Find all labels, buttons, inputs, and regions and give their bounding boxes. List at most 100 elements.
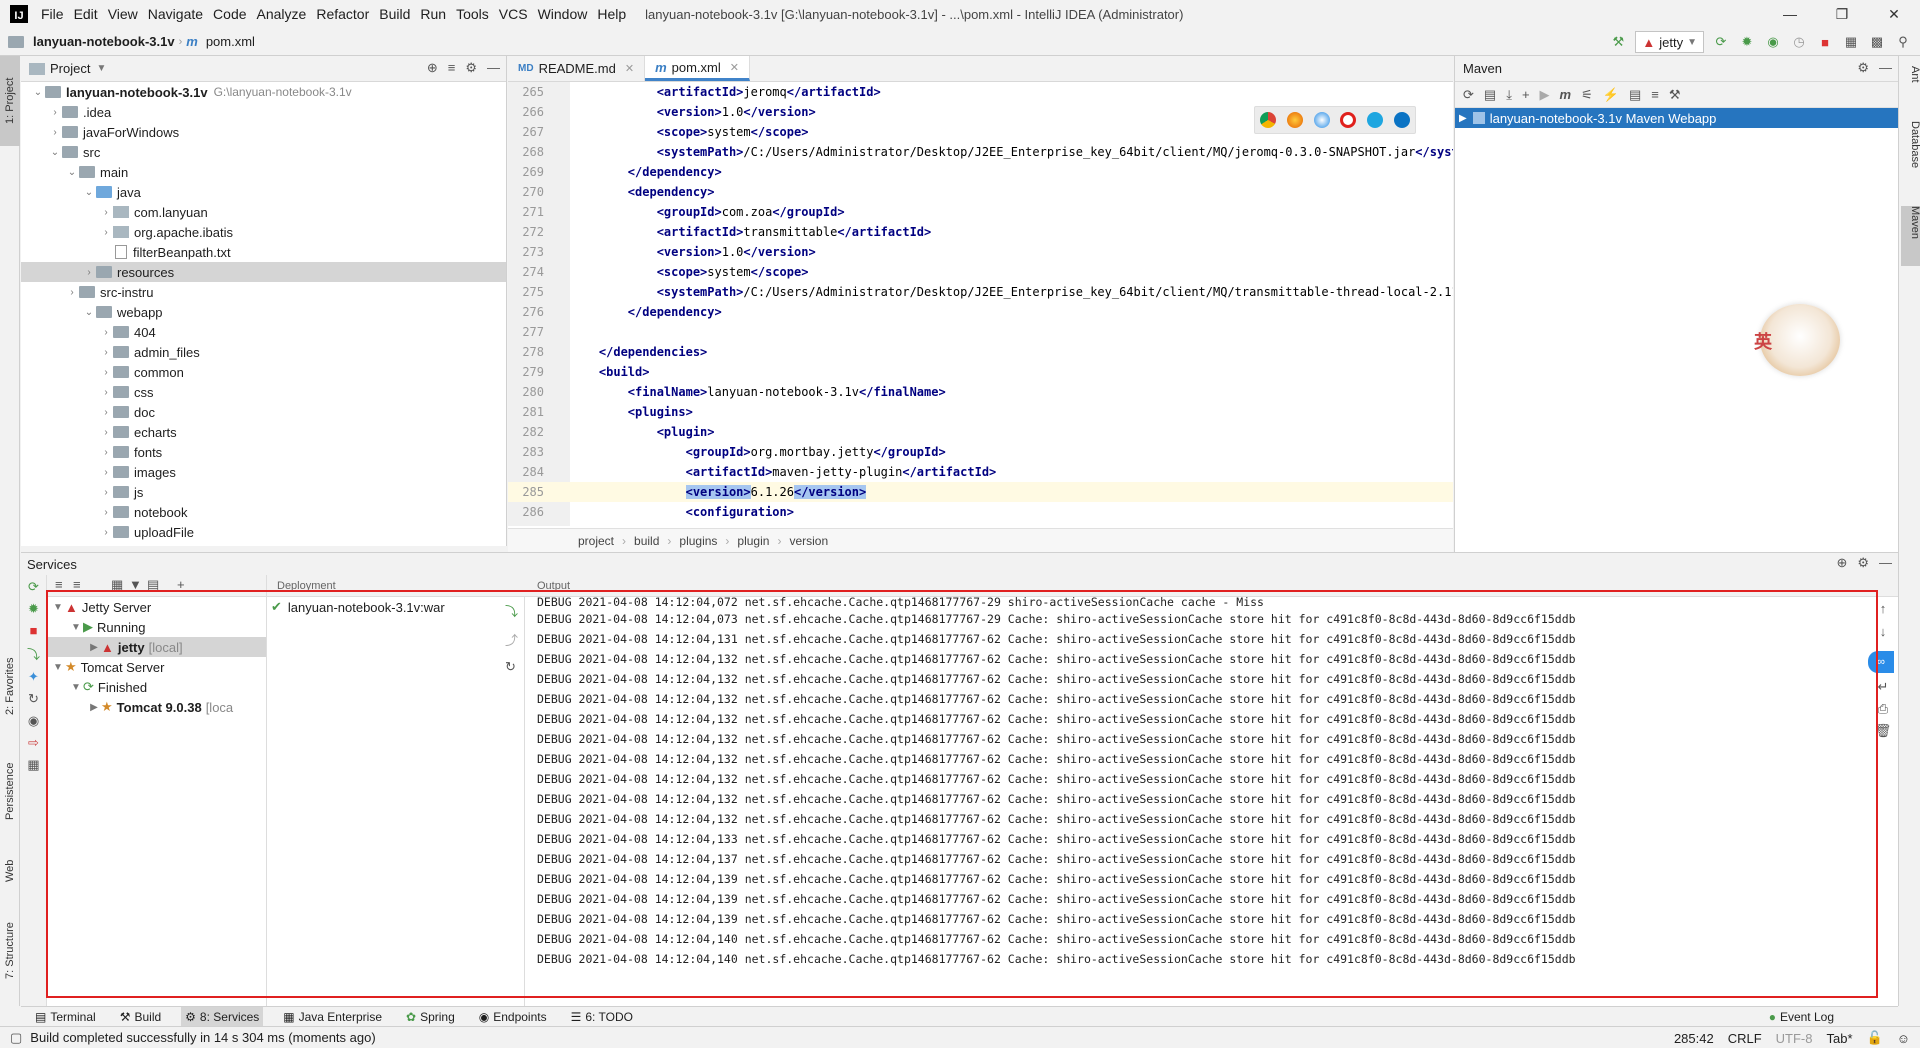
reload-icon[interactable]: ⟳: [1463, 87, 1474, 103]
chevron-right-icon[interactable]: ›: [65, 287, 79, 298]
chevron-right-icon[interactable]: ›: [48, 127, 62, 138]
console-output[interactable]: DEBUG 2021-04-08 14:12:04,072 net.sf.ehc…: [525, 597, 1865, 1003]
tree-node-jetty[interactable]: ▶ ▲ jetty [local]: [47, 637, 266, 657]
stop-icon[interactable]: ■: [21, 623, 46, 638]
edge-icon[interactable]: [1393, 112, 1410, 128]
chevron-down-icon[interactable]: ▼: [69, 622, 83, 633]
project-tree-node[interactable]: › echarts: [21, 422, 506, 442]
search-everywhere-icon[interactable]: ⚲: [1894, 33, 1912, 51]
tab-build[interactable]: ⚒ Build: [116, 1007, 165, 1027]
chevron-right-icon[interactable]: ›: [99, 467, 113, 478]
print-icon[interactable]: ⎙: [1868, 701, 1898, 717]
trash-icon[interactable]: 🗑: [1868, 723, 1898, 739]
project-tree-node[interactable]: ⌄ main: [21, 162, 506, 182]
gear-icon[interactable]: ⚙: [1857, 60, 1869, 76]
opera-icon[interactable]: [1340, 112, 1357, 128]
project-tree-node[interactable]: › uploadFile: [21, 522, 506, 542]
code-line[interactable]: <artifactId>jeromq</artifactId>: [570, 82, 1453, 102]
code-line[interactable]: <systemPath>/C:/Users/Administrator/Desk…: [570, 282, 1453, 302]
locate-icon[interactable]: ⊕: [427, 60, 438, 76]
undeploy-icon[interactable]: ⤴: [505, 630, 518, 649]
menu-tools[interactable]: Tools: [451, 0, 494, 28]
code-line[interactable]: <artifactId>maven-jetty-plugin</artifact…: [570, 462, 1453, 482]
caret-position[interactable]: 285:42: [1674, 1031, 1714, 1046]
code-line[interactable]: <finalName>lanyuan-notebook-3.1v</finalN…: [570, 382, 1453, 402]
add-service-icon[interactable]: ⊕: [1836, 555, 1847, 571]
arrow-down-icon[interactable]: ↓: [1868, 624, 1898, 639]
chevron-down-icon[interactable]: ▼: [96, 63, 106, 74]
tree-node-tomcat-server[interactable]: ▼ ★ Tomcat Server: [47, 657, 266, 677]
menu-edit[interactable]: Edit: [69, 0, 103, 28]
project-tree-node[interactable]: ⌄ src: [21, 142, 506, 162]
tab-readme[interactable]: MD README.md ✕: [508, 56, 646, 81]
tree-node-jetty-server[interactable]: ▼ ▲ Jetty Server: [47, 597, 266, 617]
menu-analyze[interactable]: Analyze: [252, 0, 312, 28]
chevron-right-icon[interactable]: ›: [99, 387, 113, 398]
chevron-right-icon[interactable]: ›: [99, 507, 113, 518]
deploy-icon[interactable]: ⤵: [505, 601, 518, 620]
code-line[interactable]: <scope>system</scope>: [570, 262, 1453, 282]
chevron-down-icon[interactable]: ⌄: [65, 167, 79, 178]
line-separator[interactable]: CRLF: [1728, 1031, 1762, 1046]
project-tree-node[interactable]: › js: [21, 482, 506, 502]
tool-tab-database[interactable]: Database: [1901, 121, 1920, 201]
execute-goal-icon[interactable]: m: [1560, 87, 1572, 102]
menu-run[interactable]: Run: [415, 0, 451, 28]
tool-tab-favorites[interactable]: 2: Favorites: [0, 646, 20, 726]
editor-breadcrumb-item[interactable]: plugin: [737, 534, 769, 548]
chevron-right-icon[interactable]: ›: [99, 367, 113, 378]
hide-icon[interactable]: —: [1879, 555, 1892, 571]
code-line[interactable]: </dependencies>: [570, 342, 1453, 362]
export-icon[interactable]: ⇨: [21, 735, 46, 751]
debug-icon[interactable]: ✹: [21, 601, 46, 617]
project-tree-node[interactable]: ⌄ lanyuan-notebook-3.1v G:\lanyuan-noteboo…: [21, 82, 506, 102]
collapse-all-icon[interactable]: ≡: [448, 60, 456, 76]
project-tree-node[interactable]: › images: [21, 462, 506, 482]
tree-node-running[interactable]: ▼ ▶ Running: [47, 617, 266, 637]
gear-icon[interactable]: ⚙: [465, 60, 477, 76]
generate-sources-icon[interactable]: ▤: [1484, 87, 1496, 103]
tool-tab-maven[interactable]: Maven: [1901, 206, 1920, 266]
project-tree-node[interactable]: › .idea: [21, 102, 506, 122]
chevron-down-icon[interactable]: ▼: [69, 682, 83, 693]
chevron-right-icon[interactable]: ›: [99, 227, 113, 238]
breadcrumb-file[interactable]: pom.xml: [202, 34, 259, 49]
group-by-icon[interactable]: ▦: [111, 577, 123, 593]
translate-icon[interactable]: ∞: [1868, 651, 1894, 673]
project-panel-title[interactable]: Project: [50, 61, 90, 76]
editor-breadcrumb-item[interactable]: project: [578, 534, 614, 548]
menu-vcs[interactable]: VCS: [494, 0, 533, 28]
project-tree-node[interactable]: › notebook: [21, 502, 506, 522]
project-tree-node[interactable]: › common: [21, 362, 506, 382]
minimize-button[interactable]: —: [1764, 0, 1816, 28]
editor-breadcrumb-item[interactable]: plugins: [679, 534, 717, 548]
tool-tab-ant[interactable]: Ant: [1901, 66, 1920, 106]
add-icon[interactable]: +: [177, 577, 185, 592]
collapse-all-icon[interactable]: ≡: [73, 577, 81, 592]
chevron-right-icon[interactable]: ›: [99, 407, 113, 418]
floating-avatar-image[interactable]: [1760, 304, 1840, 376]
tab-event-log[interactable]: ● Event Log: [1765, 1007, 1838, 1027]
code-line[interactable]: [570, 322, 1453, 342]
filter-icon[interactable]: ▼: [129, 577, 142, 592]
project-tree-node[interactable]: › com.lanyuan: [21, 202, 506, 222]
deploy-icon[interactable]: ⤵: [21, 644, 46, 663]
project-tree-node[interactable]: › admin_files: [21, 342, 506, 362]
new-tab-icon[interactable]: ▤: [147, 577, 159, 593]
code-line[interactable]: <configuration>: [570, 502, 1453, 522]
breadcrumb-project[interactable]: lanyuan-notebook-3.1v: [29, 34, 179, 49]
add-icon[interactable]: +: [1522, 87, 1530, 102]
refresh-icon[interactable]: ↻: [505, 659, 518, 675]
project-tree-node[interactable]: › doc: [21, 402, 506, 422]
chrome-icon[interactable]: [1260, 112, 1277, 128]
chevron-right-icon[interactable]: ›: [99, 527, 113, 538]
chevron-down-icon[interactable]: ⌄: [82, 187, 96, 198]
tab-endpoints[interactable]: ◉ Endpoints: [475, 1007, 551, 1027]
project-tree-node[interactable]: ⌄ webapp: [21, 302, 506, 322]
menu-code[interactable]: Code: [208, 0, 251, 28]
tab-todo[interactable]: ☰ 6: TODO: [567, 1007, 637, 1027]
rerun-icon[interactable]: ⟳: [21, 579, 46, 595]
chevron-right-icon[interactable]: ›: [82, 267, 96, 278]
project-tree-node[interactable]: › fonts: [21, 442, 506, 462]
toggle-offline-icon[interactable]: ⚟: [1581, 87, 1593, 103]
